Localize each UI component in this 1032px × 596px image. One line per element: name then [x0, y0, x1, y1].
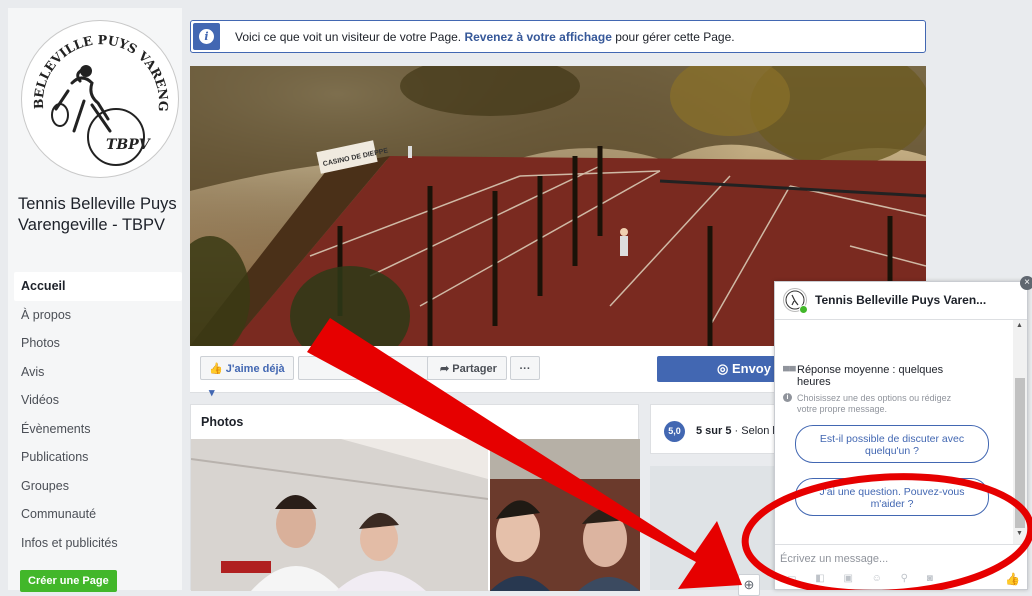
nav-item-communaute[interactable]: Communauté: [14, 500, 182, 529]
rating-text[interactable]: 5 sur 5 · Selon l: [696, 425, 775, 437]
page-logo[interactable]: BELLEVILLE PUYS VARENGEVILLE TBPV: [21, 20, 179, 178]
online-status-icon: [799, 305, 808, 314]
scroll-down-icon[interactable]: ▼: [1016, 530, 1023, 537]
nav-item-a-propos[interactable]: À propos: [14, 301, 182, 330]
nav-item-evenements[interactable]: Évènements: [14, 415, 182, 444]
chat-header[interactable]: Tennis Belleville Puys Varen...: [775, 282, 1027, 320]
thumbs-up-icon[interactable]: 👍: [1005, 572, 1020, 586]
chat-title[interactable]: Tennis Belleville Puys Varen...: [815, 293, 986, 307]
choose-option-hint: Choisissez une des options ou rédigez vo…: [797, 393, 952, 414]
composer-toolbar-icons[interactable]: ▭ ◧ ▣ ☺ ⚲ ◙: [787, 573, 941, 584]
nav-item-accueil[interactable]: Accueil: [14, 272, 182, 301]
nav-item-avis[interactable]: Avis: [14, 358, 182, 387]
share-button[interactable]: ➦ Partager: [427, 356, 507, 380]
selfie-photo-image: [490, 439, 640, 591]
photo-thumbnail[interactable]: [191, 439, 488, 591]
back-to-your-view-link[interactable]: Revenez à votre affichage: [464, 30, 611, 44]
close-icon[interactable]: ×: [1020, 276, 1032, 290]
globe-icon[interactable]: ⊕: [738, 574, 760, 596]
message-input[interactable]: Écrivez un message...: [780, 553, 888, 565]
info-icon: i: [783, 393, 792, 402]
svg-text:BELLEVILLE PUYS VARENGEVILLE: BELLEVILLE PUYS VARENGEVILLE: [22, 21, 171, 112]
visitor-view-banner: i Voici ce que voit un visiteur de votre…: [190, 20, 926, 53]
nav-item-photos[interactable]: Photos: [14, 329, 182, 358]
left-sidebar: BELLEVILLE PUYS VARENGEVILLE TBPV Tennis…: [8, 8, 183, 592]
photo-thumbnail[interactable]: [490, 439, 640, 591]
thumbs-up-icon: 👍: [209, 363, 223, 375]
nav-item-infos-publicites[interactable]: Infos et publicités: [14, 529, 182, 558]
follow-button[interactable]: [298, 356, 432, 380]
quick-reply-question-button[interactable]: J'ai une question. Pouvez-vous m'aider ?: [795, 478, 989, 516]
scroll-up-icon[interactable]: ▲: [1016, 322, 1023, 329]
players-photo-image: [191, 439, 488, 591]
nav-item-publications[interactable]: Publications: [14, 443, 182, 472]
messenger-chat-window: Tennis Belleville Puys Varen... ▀▀ Répon…: [774, 281, 1028, 590]
rating-badge: 5,0: [664, 421, 685, 442]
tbpv-logo-icon: BELLEVILLE PUYS VARENGEVILLE TBPV: [22, 21, 171, 166]
quick-reply-discuss-button[interactable]: Est-il possible de discuter avec quelqu'…: [795, 425, 989, 463]
page-nav: Accueil À propos Photos Avis Vidéos Évèn…: [14, 272, 182, 557]
photos-section: Photos: [190, 404, 640, 591]
chat-composer: Écrivez un message... ▭ ◧ ▣ ☺ ⚲ ◙ 👍: [775, 544, 1027, 590]
photos-heading[interactable]: Photos: [201, 415, 243, 429]
share-arrow-icon: ➦: [440, 363, 450, 375]
nav-item-groupes[interactable]: Groupes: [14, 472, 182, 501]
nav-item-videos[interactable]: Vidéos: [14, 386, 182, 415]
chat-scrollbar[interactable]: ▲ ▼: [1013, 320, 1027, 544]
chat-bubble-icon: ▀▀: [783, 366, 796, 376]
create-page-button[interactable]: Créer une Page: [20, 570, 117, 592]
banner-text: Voici ce que voit un visiteur de votre P…: [235, 30, 735, 44]
info-icon: i: [193, 23, 220, 50]
average-response-time: Réponse moyenne : quelques heures: [797, 364, 944, 388]
like-button[interactable]: 👍 J'aime déjà ▾: [200, 356, 294, 399]
scroll-thumb[interactable]: [1015, 378, 1025, 528]
messenger-icon: ◎: [717, 361, 729, 376]
svg-text:TBPV: TBPV: [106, 137, 152, 153]
more-options-button[interactable]: ···: [510, 356, 540, 380]
page-title[interactable]: Tennis Belleville Puys Varengeville - TB…: [18, 194, 183, 235]
